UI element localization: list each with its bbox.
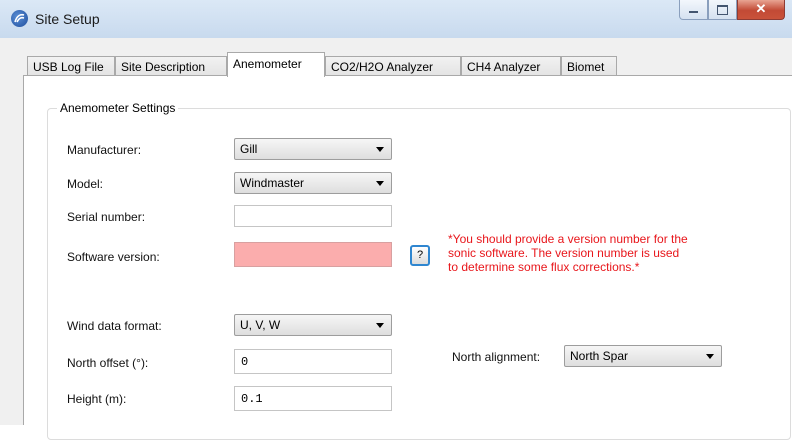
minimize-icon: [689, 11, 698, 13]
software-version-warning: *You should provide a version number for…: [448, 232, 688, 274]
manufacturer-label: Manufacturer:: [67, 143, 142, 157]
warning-line: sonic software. The version number is us…: [448, 246, 680, 260]
wind-data-format-value: U, V, W: [240, 318, 281, 332]
north-offset-label: North offset (°):: [67, 356, 149, 370]
manufacturer-select[interactable]: Gill: [234, 138, 392, 160]
title-bar: Site Setup ✕: [0, 0, 792, 38]
close-button[interactable]: ✕: [737, 0, 785, 20]
group-title: Anemometer Settings: [57, 101, 179, 115]
height-label: Height (m):: [67, 392, 127, 406]
tab-co2-h2o-analyzer[interactable]: CO2/H2O Analyzer: [325, 56, 461, 76]
anemometer-settings-group: Anemometer Settings: [47, 101, 791, 440]
height-value: 0.1: [241, 392, 263, 406]
tab-site-description[interactable]: Site Description: [115, 56, 227, 76]
tab-ch4-analyzer[interactable]: CH4 Analyzer: [461, 56, 561, 76]
window-controls: ✕: [679, 0, 785, 20]
model-select[interactable]: Windmaster: [234, 172, 392, 194]
app-icon: [11, 10, 28, 27]
software-version-label: Software version:: [67, 250, 160, 264]
serial-number-input[interactable]: [234, 205, 392, 227]
anemometer-panel: Anemometer Settings Manufacturer: Gill M…: [23, 75, 792, 440]
chevron-down-icon: [376, 181, 384, 186]
north-alignment-label: North alignment:: [452, 350, 541, 364]
maximize-button[interactable]: [708, 0, 737, 20]
chevron-down-icon: [376, 323, 384, 328]
wind-data-format-select[interactable]: U, V, W: [234, 314, 392, 336]
north-offset-input[interactable]: 0: [234, 349, 392, 374]
maximize-icon: [717, 5, 728, 15]
serial-number-label: Serial number:: [67, 210, 146, 224]
window-title: Site Setup: [35, 11, 100, 27]
chevron-down-icon: [706, 354, 714, 359]
warning-line: to determine some flux corrections.*: [448, 260, 640, 274]
tab-anemometer[interactable]: Anemometer: [227, 52, 325, 77]
chevron-down-icon: [376, 147, 384, 152]
north-alignment-select[interactable]: North Spar: [564, 345, 722, 367]
tab-usb-log-file[interactable]: USB Log File: [27, 56, 115, 76]
software-version-input[interactable]: [234, 242, 392, 267]
tab-biomet[interactable]: Biomet: [561, 56, 617, 76]
warning-line: *You should provide a version number for…: [448, 232, 688, 246]
manufacturer-value: Gill: [240, 142, 258, 156]
help-button[interactable]: ?: [410, 245, 430, 266]
minimize-button[interactable]: [679, 0, 708, 20]
model-value: Windmaster: [240, 176, 305, 190]
dialog-body: USB Log File Site Description Anemometer…: [0, 38, 792, 440]
north-alignment-value: North Spar: [570, 349, 629, 363]
wind-data-format-label: Wind data format:: [67, 319, 162, 333]
north-offset-value: 0: [241, 355, 249, 369]
model-label: Model:: [67, 177, 104, 191]
height-input[interactable]: 0.1: [234, 386, 392, 411]
close-icon: ✕: [755, 1, 767, 16]
